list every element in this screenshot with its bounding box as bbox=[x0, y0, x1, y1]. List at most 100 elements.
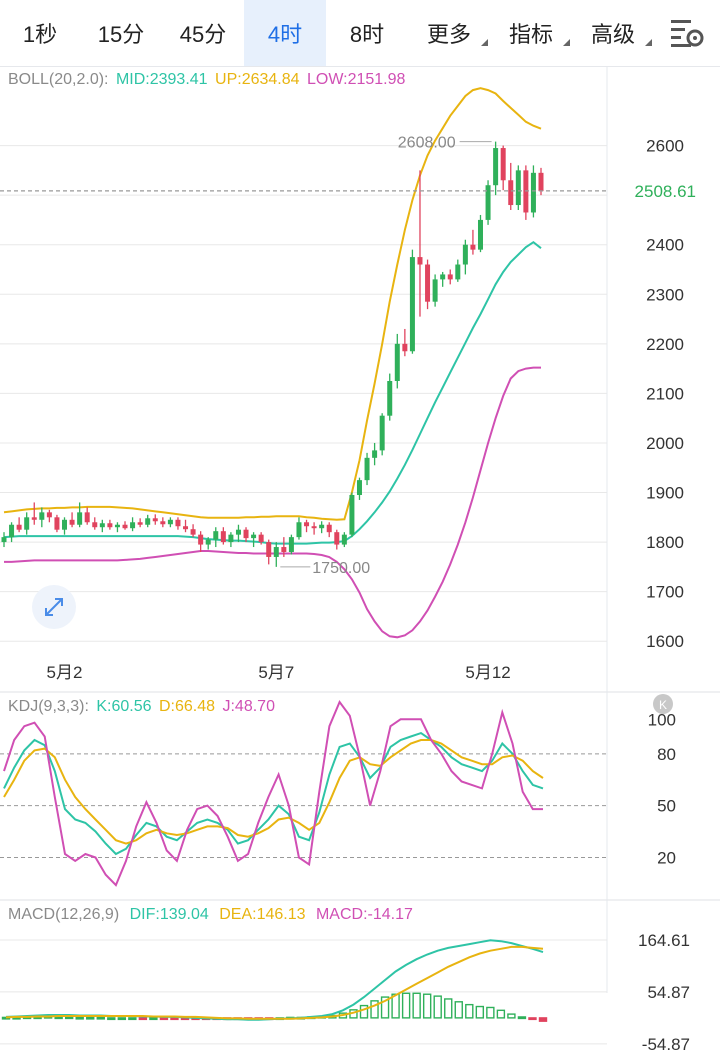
candle-body bbox=[372, 450, 378, 458]
boll-legend: BOLL(20,2.0): MID:2393.41 UP:2634.84 LOW… bbox=[8, 71, 406, 88]
candle-body bbox=[477, 219, 483, 250]
macd-bar bbox=[149, 1017, 158, 1021]
kdj-info-icon[interactable]: K bbox=[653, 694, 673, 714]
candle-body bbox=[114, 524, 120, 528]
candle bbox=[341, 532, 347, 548]
expand-icon[interactable] bbox=[32, 585, 76, 629]
candle bbox=[304, 519, 310, 533]
macd-tick-label: 164.61 bbox=[638, 931, 690, 950]
candle bbox=[16, 517, 22, 533]
candle-body bbox=[432, 279, 438, 302]
macd-bar bbox=[96, 1016, 105, 1020]
candle bbox=[213, 527, 219, 548]
candle-body bbox=[273, 547, 279, 557]
candle bbox=[107, 519, 113, 530]
candle bbox=[122, 521, 128, 530]
high-marker-label: 2608.00 bbox=[398, 135, 456, 152]
candle bbox=[288, 534, 294, 555]
candle bbox=[500, 145, 506, 191]
candle bbox=[92, 517, 98, 530]
kdj-name: KDJ(9,3,3): bbox=[8, 698, 89, 715]
candle-body bbox=[39, 512, 45, 520]
candle-body bbox=[122, 524, 128, 529]
candle bbox=[477, 214, 483, 253]
candle bbox=[432, 274, 438, 307]
kdj-legend: KDJ(9,3,3): K:60.56 D:66.48 J:48.70 bbox=[8, 698, 275, 715]
macd-bar bbox=[454, 1001, 463, 1019]
macd-bar bbox=[412, 992, 421, 1019]
candle bbox=[251, 532, 257, 548]
candle bbox=[394, 333, 400, 389]
tab-0[interactable]: 1秒 bbox=[0, 0, 80, 66]
kdj-k-line bbox=[3, 731, 544, 856]
macd-bar bbox=[475, 1005, 485, 1019]
candle-body bbox=[205, 539, 211, 545]
macd-bar bbox=[391, 993, 400, 1019]
candle-body bbox=[92, 522, 98, 528]
candle-body bbox=[538, 172, 544, 192]
chart-settings-icon[interactable] bbox=[670, 18, 704, 48]
candle-body bbox=[251, 534, 257, 539]
macd-bar bbox=[138, 1017, 148, 1021]
candle bbox=[54, 514, 60, 533]
candle bbox=[137, 518, 143, 528]
candle-body bbox=[417, 257, 423, 265]
candle-body bbox=[319, 524, 325, 529]
macd-bar bbox=[86, 1016, 95, 1020]
tab-5[interactable]: 更多 bbox=[408, 0, 490, 66]
tab-label: 更多 bbox=[426, 22, 471, 47]
macd-name: MACD(12,26,9) bbox=[8, 906, 119, 923]
candle bbox=[243, 527, 249, 543]
candle bbox=[273, 542, 279, 567]
candle bbox=[402, 328, 408, 357]
candle-body bbox=[394, 343, 400, 381]
candle bbox=[447, 269, 453, 285]
macd-bar bbox=[422, 993, 432, 1019]
candle-body bbox=[409, 257, 415, 352]
kdj-tick-label: 20 bbox=[657, 848, 676, 867]
candle bbox=[425, 259, 431, 310]
candle-body bbox=[145, 518, 151, 525]
tab-label: 高级 bbox=[590, 22, 635, 47]
candle bbox=[485, 180, 491, 225]
price-grid bbox=[0, 66, 608, 993]
macd-histogram: 164.61 54.87 -54.87 bbox=[0, 931, 690, 1054]
candle bbox=[455, 259, 461, 282]
candle bbox=[220, 527, 226, 545]
candle bbox=[349, 492, 355, 538]
candle bbox=[334, 529, 340, 550]
candle-body bbox=[175, 519, 181, 527]
candle-body bbox=[379, 415, 385, 451]
chart-area[interactable]: 2600 2400 2300 2200 2100 2000 1900 1800 1700 1600… bbox=[0, 66, 720, 1059]
tab-3[interactable]: 4时 bbox=[244, 0, 326, 66]
tab-4[interactable]: 8时 bbox=[326, 0, 408, 66]
tab-1[interactable]: 15分 bbox=[80, 0, 162, 66]
candle-body bbox=[334, 532, 340, 545]
boll-lines bbox=[3, 87, 542, 639]
tab-6[interactable]: 指标 bbox=[490, 0, 572, 66]
tab-label: 指标 bbox=[508, 22, 553, 47]
macd-bar bbox=[538, 1017, 548, 1022]
tab-7[interactable]: 高级 bbox=[572, 0, 654, 66]
candle-body bbox=[31, 517, 37, 520]
candle-body bbox=[493, 148, 499, 186]
tab-2[interactable]: 45分 bbox=[162, 0, 244, 66]
candle-body bbox=[160, 521, 166, 525]
candle bbox=[167, 517, 173, 528]
candle bbox=[409, 249, 415, 354]
macd-bar bbox=[359, 1004, 369, 1019]
candle bbox=[296, 517, 302, 540]
candle bbox=[183, 519, 189, 533]
macd-bar bbox=[54, 1016, 63, 1020]
candle bbox=[130, 517, 136, 532]
candle-body bbox=[69, 519, 75, 525]
current-price-label: 2508.61 bbox=[635, 182, 696, 201]
tab-label: 8时 bbox=[349, 22, 385, 47]
price-tick-label: 2600 bbox=[646, 137, 684, 156]
candle bbox=[228, 532, 234, 548]
candlesticks bbox=[1, 141, 544, 567]
candle-body bbox=[266, 542, 272, 557]
candle-body bbox=[288, 537, 294, 552]
macd-tick-label: 54.87 bbox=[647, 983, 690, 1002]
candle bbox=[69, 512, 75, 528]
